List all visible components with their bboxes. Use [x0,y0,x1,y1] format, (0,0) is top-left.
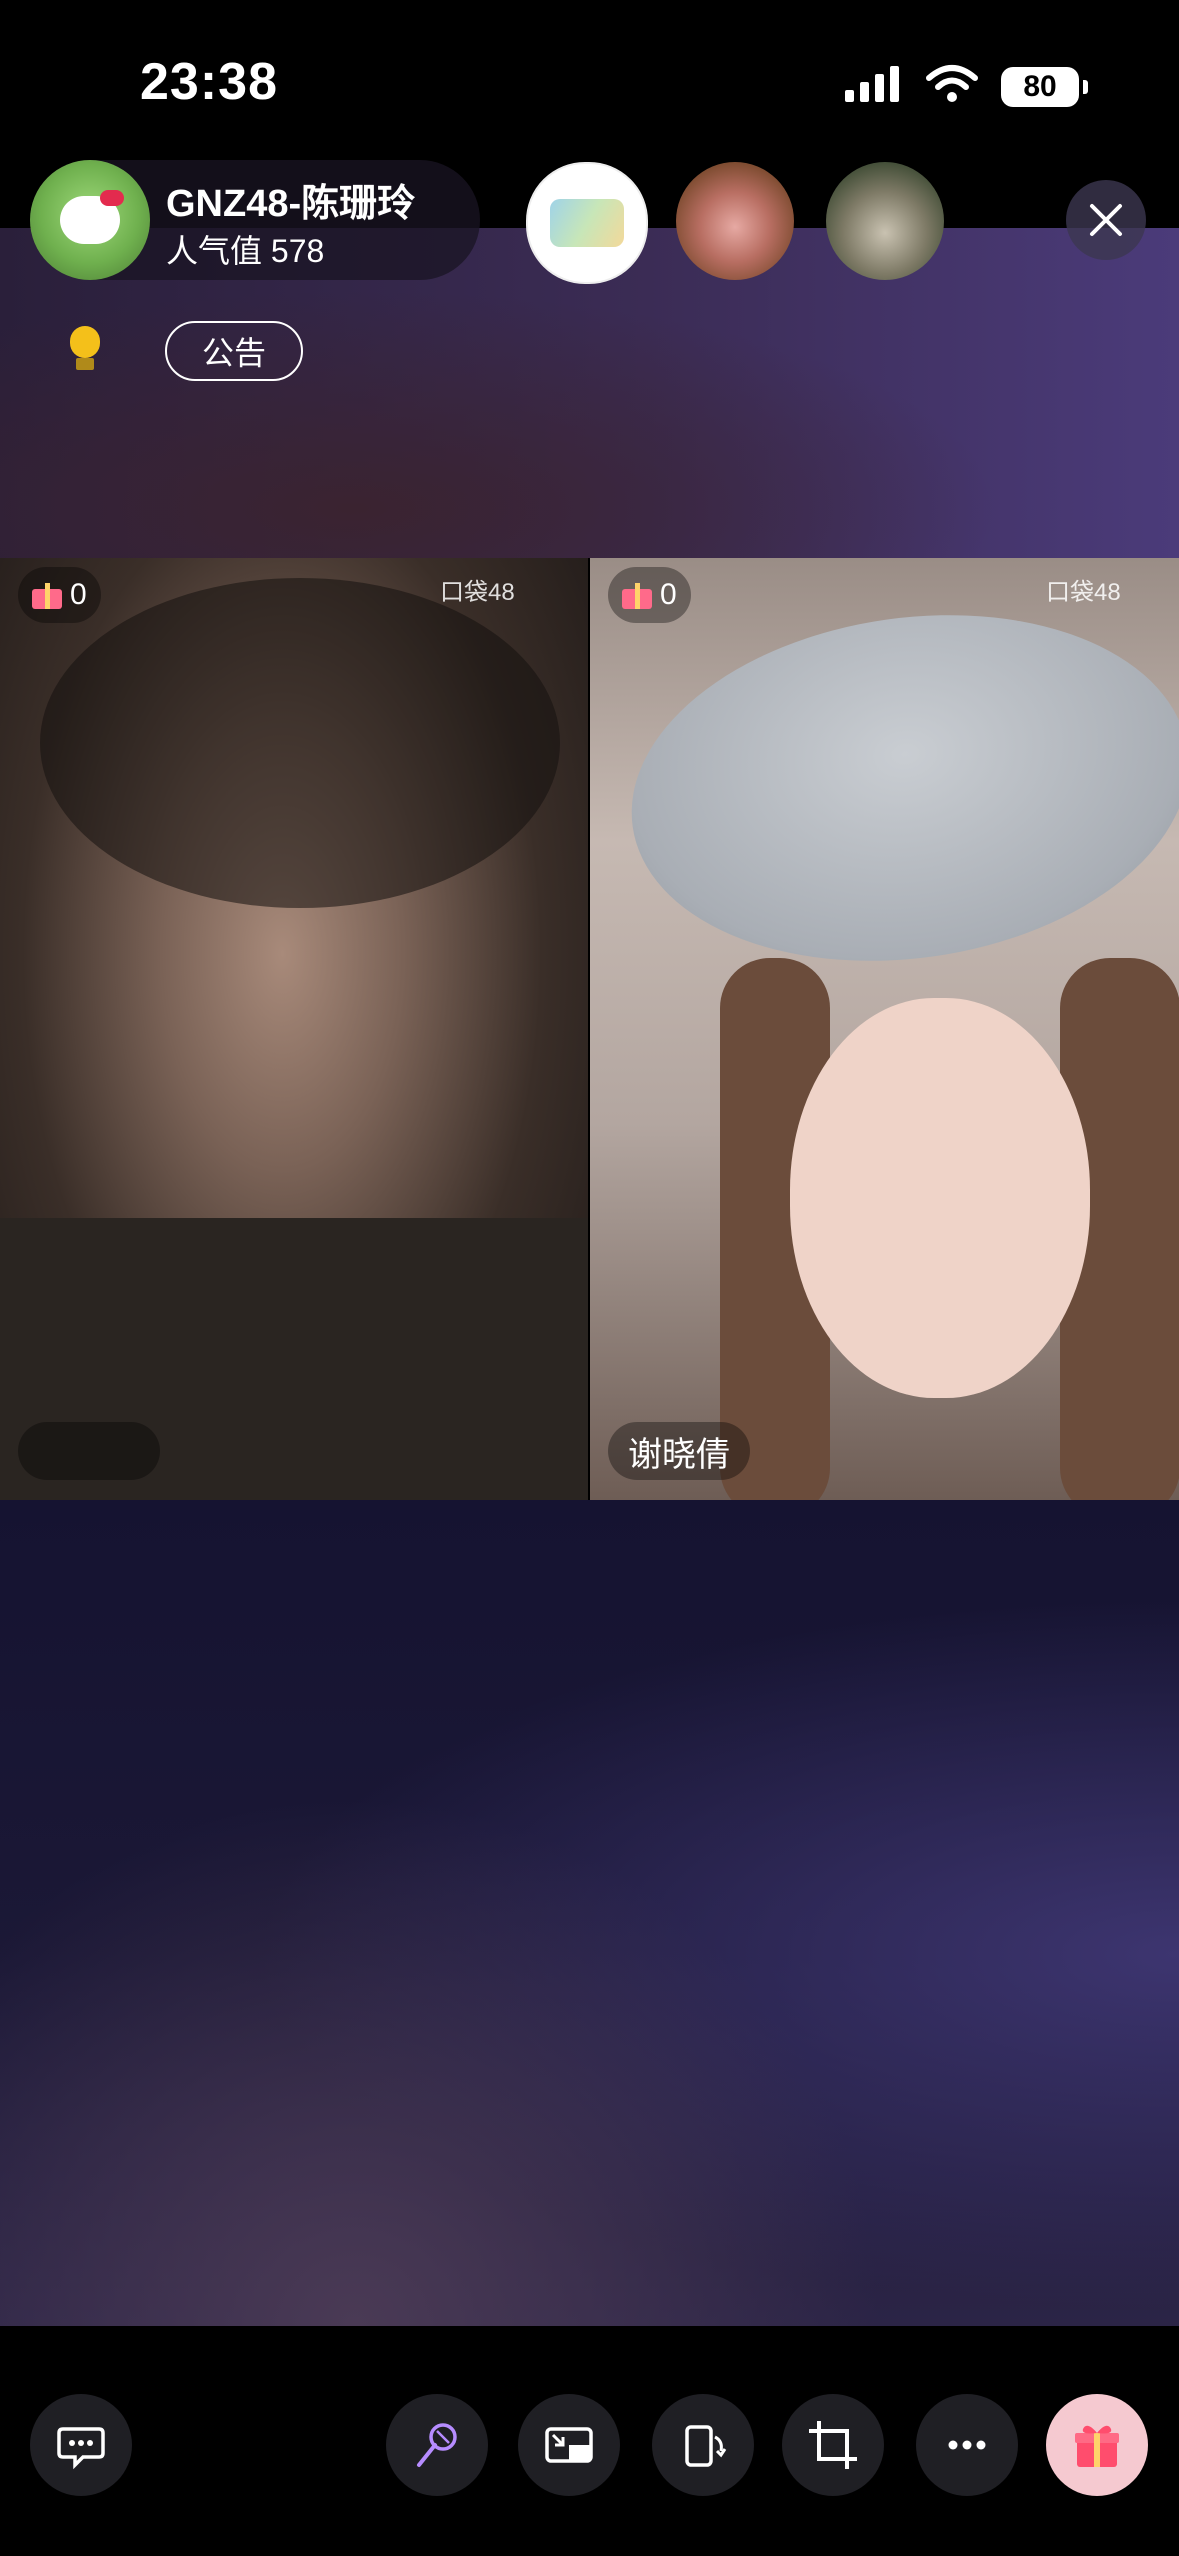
battery-level: 80 [1023,69,1057,103]
video-stream-left[interactable] [0,558,588,1500]
video-stream-right[interactable] [590,558,1179,1500]
more-icon [948,2440,986,2450]
bow-icon [100,190,124,206]
gift-count-badge[interactable]: 0 [18,567,101,623]
stream-name-pill [18,1422,160,1480]
status-time: 23:38 [140,53,278,111]
gift-icon [1075,2425,1119,2467]
viewer-avatar-2[interactable] [676,162,794,280]
battery-indicator: 80 [1001,66,1088,107]
crop-button[interactable] [782,2394,884,2496]
gift-count-badge[interactable]: 0 [608,567,691,623]
notice-button[interactable]: 公告 [165,321,303,381]
cellular-signal-icon [843,64,903,109]
gift-count: 0 [70,578,87,611]
rotate-screen-button[interactable] [652,2394,754,2496]
status-bar: 23:38 80 [0,0,1179,170]
stream-watermark: 口袋48 [440,579,515,606]
chat-button[interactable] [30,2394,132,2496]
chat-icon [57,2427,105,2470]
send-gift-button[interactable] [1046,2394,1148,2496]
viewer-avatar-3[interactable] [826,162,944,280]
lightbulb-icon[interactable] [62,326,106,376]
picture-in-picture-icon [545,2427,593,2463]
more-button[interactable] [916,2394,1018,2496]
host-avatar[interactable] [30,160,150,280]
picture-in-picture-button[interactable] [518,2394,620,2496]
close-icon [1090,204,1122,236]
close-button[interactable] [1066,180,1146,260]
microphone-button[interactable] [386,2394,488,2496]
gift-count: 0 [660,578,677,611]
wifi-icon [925,64,979,109]
host-name: GNZ48-陈珊玲 [166,183,416,225]
rotate-screen-icon [685,2425,727,2467]
host-popularity: 人气值 578 [166,233,325,269]
gift-icon [32,581,62,609]
crop-icon [809,2421,857,2469]
status-icons: 80 [843,64,1088,109]
room-background-bottom [0,1500,1179,2326]
sticker-avatar [550,199,624,247]
stream-name-pill: 谢晓倩 [608,1422,750,1480]
gift-icon [622,581,652,609]
viewer-avatar-1[interactable] [526,162,648,284]
microphone-icon [417,2423,457,2467]
stream-watermark: 口袋48 [1046,579,1121,606]
